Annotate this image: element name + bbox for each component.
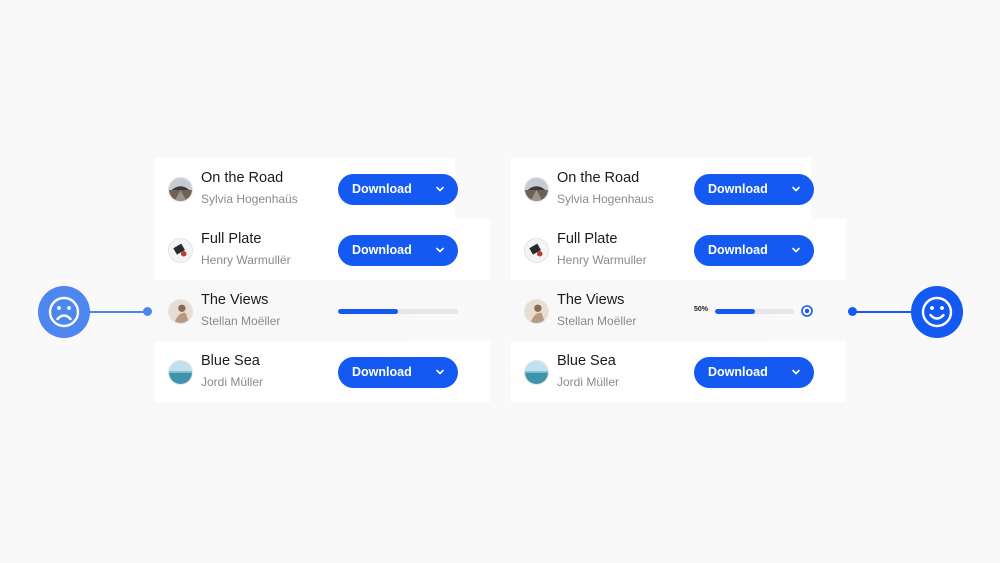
download-label: Download xyxy=(352,243,412,257)
track-title: The Views xyxy=(201,292,269,308)
list-item: Full Plate Henry Warmuller Download xyxy=(511,219,846,280)
chevron-down-icon xyxy=(436,247,444,253)
download-label: Download xyxy=(708,182,768,196)
track-title: Full Plate xyxy=(557,231,618,247)
track-artist: Jordi Müller xyxy=(557,375,620,389)
left-track-list: On the Road Sylvia Hogenhaüs Download Fu… xyxy=(155,158,490,402)
download-button[interactable]: Download xyxy=(338,235,458,266)
download-label: Download xyxy=(352,182,412,196)
list-item: The Views Stellan Moëller 50% xyxy=(511,280,813,341)
track-title: The Views xyxy=(557,292,625,308)
chevron-down-icon xyxy=(792,247,800,253)
progress-percent: 50% xyxy=(694,306,709,313)
progress-fill xyxy=(715,309,755,314)
list-item: Blue Sea Jordi Müller Download xyxy=(155,341,490,402)
list-item: Blue Sea Jordi Müller Download xyxy=(511,341,846,402)
list-item: The Views Stellan Moëller xyxy=(155,280,458,341)
download-label: Download xyxy=(708,365,768,379)
track-artist: Sylvia Hogenhaus xyxy=(557,192,654,206)
left-connector-dot xyxy=(143,307,152,316)
album-art-views xyxy=(168,299,193,324)
album-art-sea xyxy=(524,360,549,385)
album-art-road xyxy=(168,177,193,202)
album-art-views xyxy=(524,299,549,324)
right-connector-line xyxy=(853,311,912,313)
download-progress-bar xyxy=(715,309,794,314)
progress-fill xyxy=(338,309,398,314)
happy-face-icon xyxy=(911,286,963,338)
album-art-road xyxy=(524,177,549,202)
chevron-down-icon xyxy=(792,369,800,375)
track-title: On the Road xyxy=(201,170,284,186)
list-item: On the Road Sylvia Hogenhaüs Download xyxy=(155,158,458,219)
download-progress-bar xyxy=(338,309,458,314)
track-artist: Henry Warmuller xyxy=(557,253,647,267)
track-title: Full Plate xyxy=(201,231,262,247)
download-button[interactable]: Download xyxy=(338,357,458,388)
download-button[interactable]: Download xyxy=(338,174,458,205)
chevron-down-icon xyxy=(792,186,800,192)
track-artist: Stellan Moëller xyxy=(201,314,281,328)
track-artist: Stellan Moëller xyxy=(557,314,637,328)
list-item: Full Plate Henry Warmullër Download xyxy=(155,219,490,280)
list-item: On the Road Sylvia Hogenhaus Download xyxy=(511,158,814,219)
track-artist: Jordi Müller xyxy=(201,375,264,389)
album-art-sea xyxy=(168,360,193,385)
track-title: Blue Sea xyxy=(557,353,616,369)
track-artist: Henry Warmullër xyxy=(201,253,291,267)
close-icon[interactable] xyxy=(801,305,813,317)
download-label: Download xyxy=(352,365,412,379)
track-title: On the Road xyxy=(557,170,640,186)
download-label: Download xyxy=(708,243,768,257)
track-artist: Sylvia Hogenhaüs xyxy=(201,192,298,206)
download-button[interactable]: Download xyxy=(694,174,814,205)
album-art-plate xyxy=(524,238,549,263)
chevron-down-icon xyxy=(436,369,444,375)
chevron-down-icon xyxy=(436,186,444,192)
download-button[interactable]: Download xyxy=(694,235,814,266)
right-track-list: On the Road Sylvia Hogenhaus Download Fu… xyxy=(511,158,846,402)
sad-face-icon xyxy=(38,286,90,338)
download-button[interactable]: Download xyxy=(694,357,814,388)
album-art-plate xyxy=(168,238,193,263)
track-title: Blue Sea xyxy=(201,353,260,369)
left-connector-line xyxy=(90,311,145,313)
